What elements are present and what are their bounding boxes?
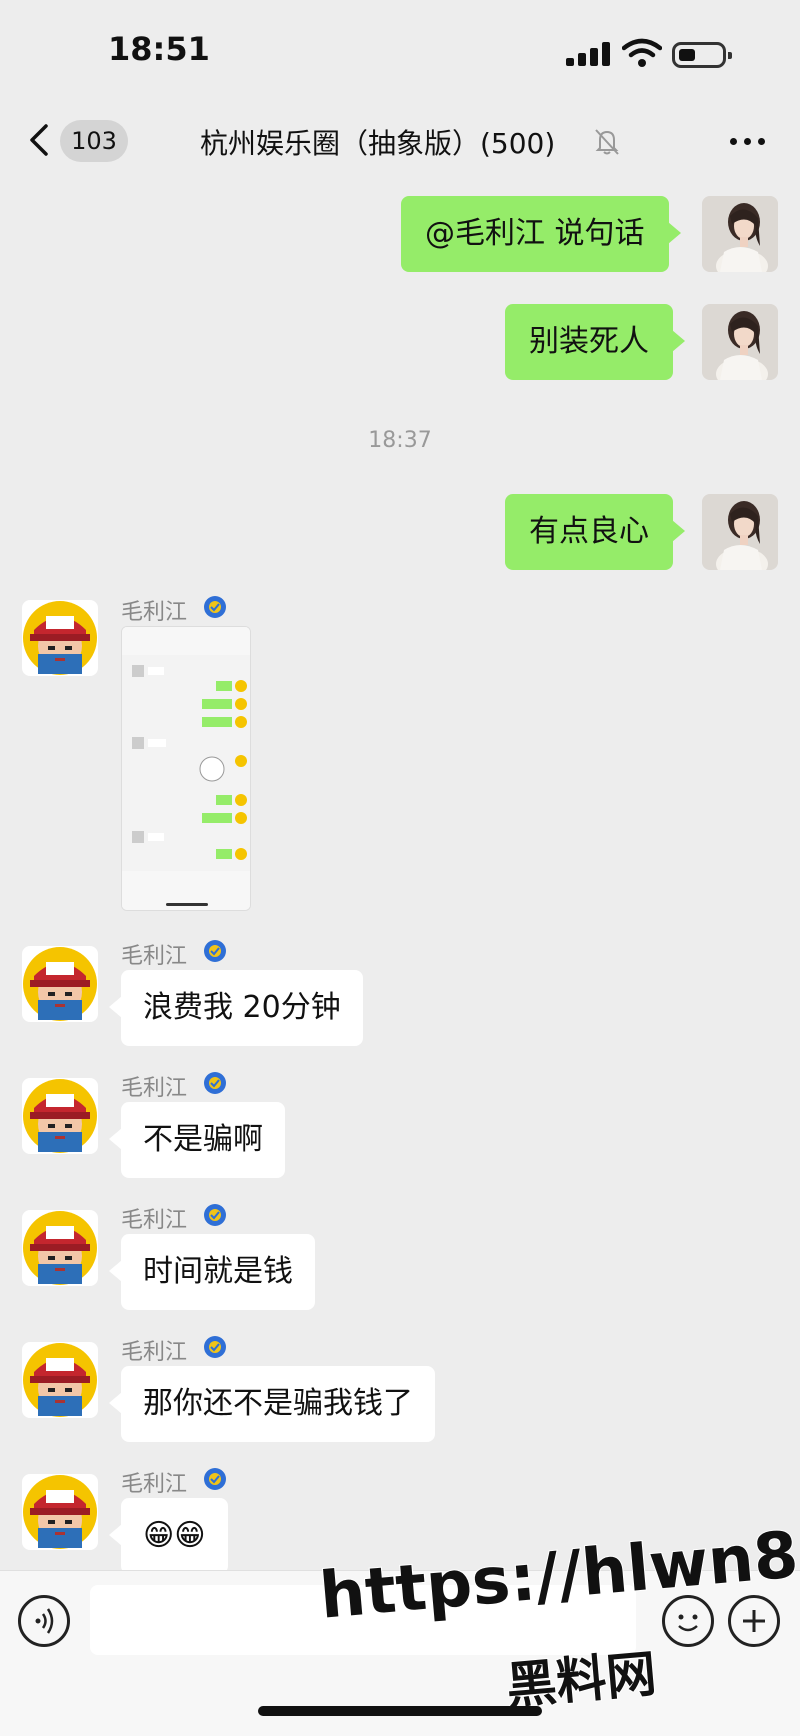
home-indicator bbox=[258, 1706, 542, 1716]
message-bubble-other[interactable]: 时间就是钱 bbox=[109, 1234, 315, 1310]
sender-name: 毛利江 bbox=[121, 1340, 188, 1365]
self-avatar[interactable] bbox=[702, 494, 778, 570]
message-bubble-other[interactable]: 不是骗啊 bbox=[109, 1102, 285, 1178]
status-time: 18:51 bbox=[108, 30, 210, 68]
verified-icon bbox=[202, 594, 228, 620]
verified-icon bbox=[202, 1466, 228, 1492]
message-text: 时间就是钱 bbox=[143, 1254, 293, 1289]
unread-count-badge[interactable]: 103 bbox=[60, 120, 128, 162]
sender-avatar[interactable] bbox=[22, 1078, 98, 1154]
mute-icon bbox=[595, 129, 619, 155]
emoji-icon bbox=[678, 1614, 698, 1632]
plus-icon bbox=[743, 1610, 765, 1632]
signal-icon bbox=[566, 42, 610, 66]
sender-avatar[interactable] bbox=[22, 1210, 98, 1286]
message-timestamp: 18:37 bbox=[368, 428, 432, 453]
voice-icon bbox=[35, 1608, 54, 1634]
wifi-icon bbox=[622, 38, 662, 67]
verified-icon bbox=[202, 1070, 228, 1096]
sender-avatar[interactable] bbox=[22, 600, 98, 676]
battery-icon bbox=[672, 42, 732, 68]
status-bar: 18:51 bbox=[0, 0, 800, 100]
message-text: 😁😁 bbox=[143, 1518, 206, 1553]
message-bubble-self[interactable]: 别装死人 bbox=[505, 304, 685, 380]
more-icon[interactable] bbox=[730, 136, 766, 146]
back-icon[interactable] bbox=[26, 122, 56, 158]
self-avatar[interactable] bbox=[702, 196, 778, 272]
sender-name: 毛利江 bbox=[121, 600, 188, 625]
message-text: 浪费我 20分钟 bbox=[143, 990, 341, 1025]
verified-icon bbox=[202, 1202, 228, 1228]
chat-header: 103 杭州娱乐圈（抽象版）(500) bbox=[0, 100, 800, 180]
message-bubble-other[interactable]: 那你还不是骗我钱了 bbox=[109, 1366, 435, 1442]
message-text: 别装死人 bbox=[529, 324, 649, 359]
sender-name: 毛利江 bbox=[121, 944, 188, 969]
message-text: 那你还不是骗我钱了 bbox=[143, 1386, 413, 1421]
message-bubble-self[interactable]: @毛利江 说句话 bbox=[401, 196, 681, 272]
shared-screenshot-image[interactable] bbox=[121, 626, 251, 911]
verified-icon bbox=[202, 1334, 228, 1360]
self-avatar[interactable] bbox=[702, 304, 778, 380]
sender-name: 毛利江 bbox=[121, 1208, 188, 1233]
sender-name: 毛利江 bbox=[121, 1472, 188, 1497]
message-bubble-other[interactable]: 😁😁 bbox=[109, 1498, 228, 1574]
sender-avatar[interactable] bbox=[22, 1474, 98, 1550]
verified-icon bbox=[202, 938, 228, 964]
voice-input-button[interactable] bbox=[18, 1595, 70, 1647]
sender-avatar[interactable] bbox=[22, 946, 98, 1022]
message-text: @毛利江 说句话 bbox=[425, 216, 645, 251]
message-text: 有点良心 bbox=[529, 514, 649, 549]
sender-name: 毛利江 bbox=[121, 1076, 188, 1101]
message-bubble-self[interactable]: 有点良心 bbox=[505, 494, 685, 570]
chat-title[interactable]: 杭州娱乐圈（抽象版）(500) bbox=[200, 122, 600, 162]
sender-avatar[interactable] bbox=[22, 1342, 98, 1418]
message-bubble-other[interactable]: 浪费我 20分钟 bbox=[109, 970, 363, 1046]
more-functions-button[interactable] bbox=[728, 1595, 780, 1647]
message-text: 不是骗啊 bbox=[143, 1122, 263, 1157]
